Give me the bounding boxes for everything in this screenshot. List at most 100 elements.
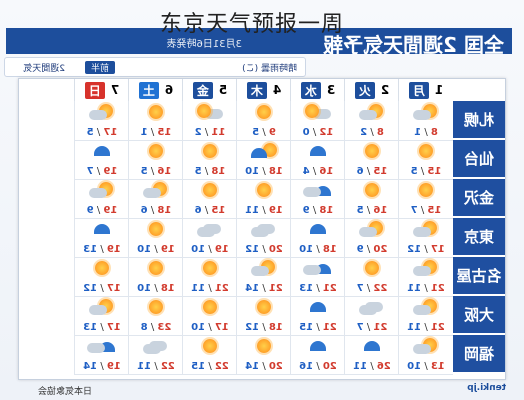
tab-two-weeks[interactable]: 2週間天気 (23, 61, 65, 74)
low-temp: 13 (83, 322, 98, 333)
day-number: 2 (380, 83, 390, 97)
temp-separator: / (313, 283, 323, 294)
high-temp: 21 (430, 322, 445, 333)
day-number: 1 (434, 83, 444, 97)
temp-separator: / (151, 244, 161, 255)
high-temp: 21 (214, 283, 229, 294)
temp-separator: / (421, 127, 431, 138)
high-temp: 19 (214, 244, 229, 255)
forecast-cell: 16 / 5 (128, 140, 183, 180)
temp-separator: / (363, 244, 374, 255)
low-temp: 12 (245, 244, 260, 255)
temperature-pair: 11 / 2 (183, 127, 237, 138)
weekday-label: 月 (408, 81, 429, 99)
forecast-cell: 11 / 2 (182, 101, 237, 141)
city-label: 札幌 (453, 101, 505, 140)
temperature-pair: 13 / 10 (399, 361, 453, 372)
temp-separator: / (363, 283, 374, 294)
day-number: 5 (218, 83, 228, 97)
temp-separator: / (309, 127, 320, 138)
temperature-pair: 20 / 9 (345, 244, 399, 255)
sun-icon (251, 182, 277, 198)
city-label: 大阪 (453, 296, 505, 335)
weekday-label: 日 (84, 81, 105, 99)
temperature-pair: 15 / 6 (183, 205, 237, 216)
high-temp: 20 (268, 361, 283, 372)
rain-cloud-icon (303, 182, 331, 198)
high-temp: 19 (160, 244, 175, 255)
temp-separator: / (93, 205, 104, 216)
temp-separator: / (421, 244, 431, 255)
low-temp: 5 (86, 127, 94, 138)
low-temp: 12 (407, 244, 422, 255)
sun-icon (359, 182, 385, 198)
sun-cloud-icon (251, 260, 277, 276)
cloud-icon (197, 221, 223, 237)
mirrored-forecast-panel: 全国 2週間天気予報 3月31日6時発表 晴時雨曇 (こ) 前半 2週間天気 1… (0, 0, 524, 400)
high-temp: 21 (373, 322, 388, 333)
forecast-cell: 20 / 9 (344, 218, 399, 258)
tab-first-half[interactable]: 前半 (84, 61, 115, 74)
temp-separator: / (97, 361, 107, 372)
sun-icon (359, 143, 385, 159)
temp-separator: / (205, 322, 215, 333)
day-header: 5金 (182, 79, 237, 101)
temperature-pair: 21 / 15 (291, 322, 345, 333)
high-temp: 23 (157, 322, 172, 333)
high-temp: 21 (430, 283, 445, 294)
temperature-pair: 22 / 11 (129, 361, 183, 372)
cloud-icon (251, 221, 277, 237)
temp-separator: / (313, 244, 323, 255)
forecast-cell: 8 / 2 (344, 101, 399, 141)
high-temp: 18 (268, 322, 283, 333)
high-temp: 9 (268, 127, 276, 138)
temperature-pair: 18 / 5 (183, 166, 237, 177)
temp-separator: / (205, 244, 215, 255)
temperature-pair: 26 / 11 (345, 361, 399, 372)
banner-title: 全国 2週間天気予報 (323, 33, 504, 57)
day-header: 2火 (344, 79, 399, 101)
low-temp: 7 (356, 283, 364, 294)
low-temp: 15 (191, 361, 206, 372)
temperature-pair: 19 / 9 (75, 205, 129, 216)
high-temp: 8 (430, 127, 438, 138)
sun-icon (197, 338, 223, 354)
footer: tenki.jp 日本気象協会 (6, 382, 512, 398)
forecast-cell: 21 / 13 (290, 257, 345, 297)
forecast-cell: 15 / 1 (128, 101, 183, 141)
temperature-pair: 21 / 7 (345, 322, 399, 333)
temperature-pair: 18 / 6 (129, 205, 183, 216)
low-temp: 11 (191, 283, 206, 294)
low-temp: 12 (83, 283, 98, 294)
high-temp: 21 (322, 283, 337, 294)
low-temp: 11 (245, 205, 260, 216)
forecast-table: 1 月 2 火 3 水 4 木 5 金 6 土 7 日札幌 8 / 18 / 2 12 / 09 / 5 11 … (18, 78, 506, 380)
forecast-cell: 16 / 4 (290, 140, 345, 180)
high-temp: 19 (103, 166, 118, 177)
high-temp: 8 (376, 127, 384, 138)
high-temp: 15 (157, 127, 172, 138)
low-temp: 14 (245, 361, 260, 372)
sun-icon (197, 299, 223, 315)
temperature-pair: 8 / 1 (399, 127, 453, 138)
temperature-pair: 18 / 10 (129, 283, 183, 294)
high-temp: 15 (427, 166, 442, 177)
temp-separator: / (259, 127, 269, 138)
sun-icon (143, 104, 169, 120)
rain-icon (305, 143, 331, 159)
temperature-pair: 19 / 13 (75, 244, 129, 255)
forecast-cell: 21 / 15 (290, 296, 345, 336)
temperature-pair: 19 / 10 (129, 244, 183, 255)
low-temp: 10 (137, 244, 152, 255)
low-temp: 6 (194, 205, 202, 216)
high-temp: 21 (268, 283, 283, 294)
forecast-cell: 18 / 6 (128, 179, 183, 219)
temp-separator: / (363, 205, 374, 216)
low-temp: 15 (299, 322, 314, 333)
high-temp: 17 (214, 322, 229, 333)
sun-cloud-icon (413, 299, 439, 315)
forecast-cell: 9 / 5 (236, 101, 291, 141)
high-temp: 26 (376, 361, 391, 372)
forecast-cell: 18 / 12 (236, 296, 291, 336)
sun-icon (251, 338, 277, 354)
